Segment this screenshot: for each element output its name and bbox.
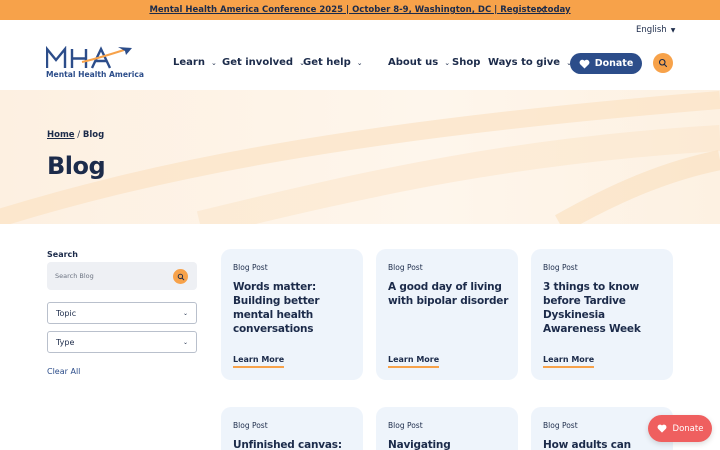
nav-learn-label: Learn [173,57,205,68]
chevron-down-icon: ⌄ [210,58,217,67]
heart-icon [657,424,666,433]
site-logo[interactable]: Mental Health America [45,45,144,82]
card-title: Unfinished canvas: [233,439,342,450]
nav-shop-label: Shop [452,57,481,68]
floating-donate-button[interactable]: Donate [648,415,712,442]
card-title: Words matter: Building better mental hea… [233,281,320,335]
nav-about-us-label: About us [388,57,439,68]
breadcrumb-current: Blog [82,130,105,140]
nav-get-involved[interactable]: Get involved ⌄ [222,57,305,68]
chevron-down-icon: ⌄ [182,338,188,346]
chevron-down-icon: ⌄ [356,58,363,67]
learn-more-link[interactable]: Learn More [543,355,595,368]
heart-icon [579,59,590,69]
chevron-down-icon: ⌄ [182,309,188,317]
donate-label: Donate [594,58,634,69]
learn-more-link[interactable]: Learn More [388,355,440,368]
floating-donate-label: Donate [672,423,704,434]
blog-search-input[interactable] [55,269,165,283]
card-tag: Blog Post [233,421,268,430]
type-select[interactable]: Type ⌄ [47,331,197,353]
card-title: How adults can [543,439,631,450]
nav-learn[interactable]: Learn ⌄ [173,57,217,68]
search-label: Search [47,250,78,259]
chevron-down-icon: ⌄ [444,58,451,67]
nav-get-help[interactable]: Get help ⌄ [303,57,363,68]
language-label: English [636,25,667,35]
blog-card[interactable]: Blog Post Unfinished canvas: [221,407,363,450]
announcement-close-button[interactable]: × [537,3,546,17]
donate-button[interactable]: Donate [570,53,642,74]
nav-ways-to-give-label: Ways to give [488,57,561,68]
announcement-link[interactable]: Mental Health America Conference 2025 | … [149,5,570,15]
card-tag: Blog Post [543,263,578,272]
nav-shop[interactable]: Shop [452,57,480,68]
mha-logo-mark [45,45,132,69]
learn-more-link[interactable]: Learn More [233,355,285,368]
hero-decorative-swoosh [0,91,720,224]
breadcrumb-home-link[interactable]: Home [47,130,75,140]
clear-all-link[interactable]: Clear All [47,367,80,376]
card-title: 3 things to know before Tardive Dyskines… [543,281,641,335]
card-title: Navigating [388,439,451,450]
hero-banner: Home / Blog Blog [0,90,720,224]
breadcrumb-separator: / [77,130,81,140]
breadcrumb: Home / Blog [47,130,104,140]
nav-about-us[interactable]: About us ⌄ [388,57,450,68]
nav-get-help-label: Get help [303,57,351,68]
card-title: A good day of living with bipolar disord… [388,281,509,307]
search-icon [177,273,184,280]
caret-down-icon: ▼ [670,26,676,34]
announcement-bar: Mental Health America Conference 2025 | … [0,0,720,20]
topic-select-label: Topic [56,308,77,318]
logo-name: Mental Health America [46,70,144,79]
search-icon [658,58,668,68]
blog-card[interactable]: Blog Post Words matter: Building better … [221,249,363,380]
blog-search-box [47,262,197,290]
card-tag: Blog Post [388,263,423,272]
blog-card[interactable]: Blog Post A good day of living with bipo… [376,249,518,380]
blog-card[interactable]: Blog Post 3 things to know before Tardiv… [531,249,673,380]
card-tag: Blog Post [233,263,268,272]
card-tag: Blog Post [543,421,578,430]
card-tag: Blog Post [388,421,423,430]
nav-ways-to-give[interactable]: Ways to give ⌄ [488,57,572,68]
page-title: Blog [47,152,106,180]
blog-card[interactable]: Blog Post Navigating [376,407,518,450]
blog-search-submit[interactable] [173,269,188,284]
topic-select[interactable]: Topic ⌄ [47,302,197,324]
header-search-button[interactable] [653,53,673,73]
type-select-label: Type [56,337,75,347]
language-selector[interactable]: English ▼ [636,25,675,35]
nav-get-involved-label: Get involved [222,57,294,68]
